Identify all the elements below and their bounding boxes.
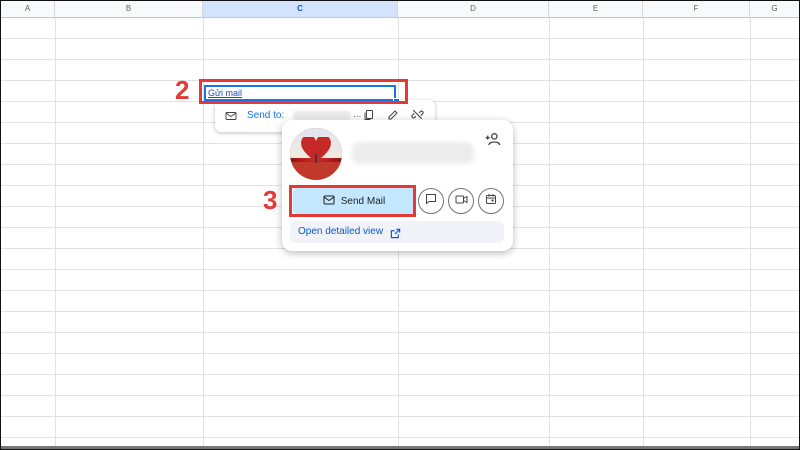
recipient-redacted bbox=[293, 111, 351, 120]
step2-number: 2 bbox=[175, 75, 190, 105]
heart-tree-image bbox=[301, 137, 331, 163]
spreadsheet-window: A B C D E F G Send to: ... Gửi mail 2 Se… bbox=[0, 0, 800, 450]
grid-divider bbox=[643, 18, 644, 449]
column-header-d[interactable]: D bbox=[398, 1, 549, 17]
open-detailed-view-link[interactable]: Open detailed view bbox=[290, 221, 504, 243]
chat-button[interactable] bbox=[418, 188, 444, 214]
column-header-f[interactable]: F bbox=[643, 1, 750, 17]
add-person-icon[interactable] bbox=[485, 132, 501, 151]
grid-divider bbox=[55, 18, 56, 449]
send-to-label[interactable]: Send to: bbox=[247, 110, 284, 121]
column-header-a[interactable]: A bbox=[1, 1, 55, 17]
video-icon bbox=[455, 192, 468, 210]
contact-name-redacted bbox=[352, 142, 474, 164]
open-detailed-view-label: Open detailed view bbox=[298, 226, 384, 237]
column-header-row: A B C D E F G bbox=[1, 1, 799, 18]
external-link-icon bbox=[390, 226, 401, 248]
step3-number: 3 bbox=[263, 185, 278, 215]
avatar[interactable] bbox=[290, 128, 342, 180]
column-header-e[interactable]: E bbox=[549, 1, 643, 17]
grid-divider bbox=[549, 18, 550, 449]
column-header-g[interactable]: G bbox=[750, 1, 799, 17]
calendar-icon bbox=[485, 192, 497, 210]
column-header-c[interactable]: C bbox=[203, 1, 398, 17]
calendar-button[interactable] bbox=[478, 188, 504, 214]
bottom-border-bar bbox=[1, 446, 799, 449]
video-call-button[interactable] bbox=[448, 188, 474, 214]
ellipsis: ... bbox=[353, 109, 362, 120]
mail-icon bbox=[225, 109, 237, 127]
avatar-ground bbox=[290, 162, 342, 180]
step2-highlight-box bbox=[199, 79, 408, 104]
grid-divider bbox=[750, 18, 751, 449]
chat-icon bbox=[425, 192, 437, 210]
column-header-b[interactable]: B bbox=[55, 1, 203, 17]
step3-highlight-box bbox=[289, 185, 416, 217]
